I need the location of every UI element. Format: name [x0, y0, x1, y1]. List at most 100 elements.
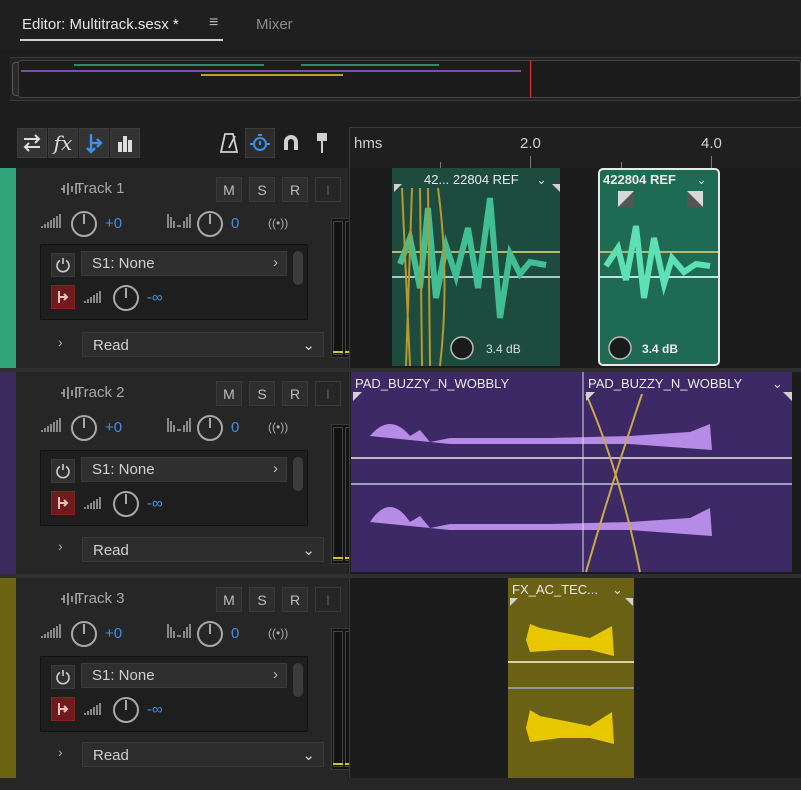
input-monitor-button[interactable]: I	[315, 381, 341, 406]
pan-knob[interactable]	[197, 621, 223, 647]
fx-slot-select[interactable]: S1: None ›	[81, 663, 287, 688]
metronome-icon[interactable]	[214, 128, 244, 158]
clip-gain-value[interactable]: 3.4 dB	[486, 342, 521, 356]
clip-title[interactable]: FX_AC_TEC...	[512, 582, 598, 597]
fx-scrollbar[interactable]	[293, 251, 303, 285]
pan-knob[interactable]	[197, 211, 223, 237]
ruler-unit-label: hms	[354, 135, 383, 152]
send-knob[interactable]	[113, 285, 139, 311]
track-color-strip	[0, 372, 16, 574]
automation-mode-select[interactable]: Read ⌄	[82, 537, 324, 562]
automation-mode-select[interactable]: Read ⌄	[82, 332, 324, 357]
record-arm-button[interactable]: R	[282, 381, 308, 406]
volume-knob[interactable]	[71, 211, 97, 237]
routing-icon[interactable]	[79, 128, 109, 158]
fx-slot-label: S1: None	[92, 461, 155, 478]
clip-gain-value[interactable]: 3.4 dB	[642, 342, 678, 356]
track-3-lane[interactable]: FX_AC_TEC... ⌄	[349, 578, 801, 778]
volume-value[interactable]: +0	[105, 625, 122, 642]
track-1-lane[interactable]: 42... 22804 REF ⌄ 3.4 dB 422804 REF ⌄ 3.…	[349, 168, 801, 368]
clip-menu-chevron-icon[interactable]: ⌄	[696, 172, 707, 188]
session-overview[interactable]	[10, 57, 801, 101]
snap-icon[interactable]	[276, 128, 306, 158]
solo-button[interactable]: S	[249, 381, 275, 406]
pan-knob[interactable]	[197, 415, 223, 441]
solo-button[interactable]: S	[249, 177, 275, 202]
time-stretch-icon[interactable]	[245, 128, 275, 158]
clip-title[interactable]: PAD_BUZZY_N_WOBBLY	[355, 376, 509, 391]
meters-icon[interactable]	[110, 128, 140, 158]
fx-power-icon[interactable]	[51, 253, 75, 277]
fx-scrollbar[interactable]	[293, 663, 303, 697]
volume-knob[interactable]	[71, 621, 97, 647]
fx-icon[interactable]: fx	[48, 128, 78, 158]
automation-mode-select[interactable]: Read ⌄	[82, 742, 324, 767]
tab-mixer[interactable]: Mixer	[256, 16, 293, 33]
track-divider[interactable]	[0, 778, 801, 790]
stereo-icon[interactable]: ((•))	[268, 420, 288, 434]
input-monitor-button[interactable]: I	[315, 177, 341, 202]
expand-chevron-icon[interactable]: ›	[58, 538, 63, 554]
volume-pan-row: +0 0 ((•))	[16, 618, 306, 648]
clip-title[interactable]: PAD_BUZZY_N_WOBBLY	[588, 376, 742, 391]
ruler-tick-label: 2.0	[520, 135, 541, 152]
volume-value[interactable]: +0	[105, 215, 122, 232]
fx-power-icon[interactable]	[51, 665, 75, 689]
track-name[interactable]: Track 3	[75, 590, 124, 607]
track-name[interactable]: Track 2	[75, 384, 124, 401]
time-ruler[interactable]: hms 2.0 4.0	[349, 127, 801, 168]
clip-menu-chevron-icon[interactable]: ⌄	[772, 376, 783, 392]
panel-menu-icon[interactable]: ≡	[209, 14, 218, 32]
send-icon[interactable]	[51, 491, 75, 515]
record-arm-button[interactable]: R	[282, 587, 308, 612]
track-color-strip	[0, 578, 16, 778]
mute-button[interactable]: M	[216, 381, 242, 406]
fx-slot-select[interactable]: S1: None ›	[81, 457, 287, 482]
overview-range-box[interactable]	[18, 60, 801, 98]
clip-menu-chevron-icon[interactable]: ⌄	[536, 172, 547, 188]
clip-title[interactable]: 42... 22804 REF	[424, 172, 519, 187]
fx-power-icon[interactable]	[51, 459, 75, 483]
volume-knob[interactable]	[71, 415, 97, 441]
send-level-icon	[84, 497, 101, 509]
send-value[interactable]: -∞	[147, 495, 163, 512]
pan-value[interactable]: 0	[231, 215, 239, 232]
track-2-lane[interactable]: PAD_BUZZY_N_WOBBLY PAD_BUZZY_N_WOBBLY ⌄	[349, 372, 801, 574]
marker-pin-icon[interactable]	[307, 128, 337, 158]
send-knob[interactable]	[113, 697, 139, 723]
send-knob[interactable]	[113, 491, 139, 517]
stereo-icon[interactable]: ((•))	[268, 626, 288, 640]
input-monitor-button[interactable]: I	[315, 587, 341, 612]
mute-button[interactable]: M	[216, 177, 242, 202]
track-name[interactable]: Track 1	[75, 180, 124, 197]
chevron-right-icon: ›	[273, 666, 278, 683]
mute-button[interactable]: M	[216, 587, 242, 612]
volume-value[interactable]: +0	[105, 419, 122, 436]
send-icon[interactable]	[51, 285, 75, 309]
chevron-down-icon: ⌄	[302, 542, 315, 559]
send-value[interactable]: -∞	[147, 289, 163, 306]
clip-title[interactable]: 422804 REF	[603, 172, 676, 187]
fx-slot-select[interactable]: S1: None ›	[81, 251, 287, 276]
chevron-down-icon: ⌄	[302, 337, 315, 354]
ruler-tick-label: 4.0	[701, 135, 722, 152]
swap-icon[interactable]	[17, 128, 47, 158]
record-arm-button[interactable]: R	[282, 177, 308, 202]
track-3: Track 3 M S R I +0 0 ((•)) S1: None › -∞	[0, 578, 801, 778]
fx-scrollbar[interactable]	[293, 457, 303, 491]
stereo-icon[interactable]: ((•))	[268, 216, 288, 230]
chevron-right-icon: ›	[273, 460, 278, 477]
solo-button[interactable]: S	[249, 587, 275, 612]
expand-chevron-icon[interactable]: ›	[58, 334, 63, 350]
overview-track2-line	[21, 70, 521, 72]
tab-editor[interactable]: Editor: Multitrack.sesx *	[22, 16, 179, 33]
send-icon[interactable]	[51, 697, 75, 721]
clip-menu-chevron-icon[interactable]: ⌄	[612, 582, 623, 598]
track-header: Track 2 M S R I +0 0 ((•)) S1: None › -∞	[16, 372, 357, 574]
expand-chevron-icon[interactable]: ›	[58, 744, 63, 760]
pan-value[interactable]: 0	[231, 625, 239, 642]
send-value[interactable]: -∞	[147, 701, 163, 718]
overview-track1b-line	[301, 64, 439, 66]
pan-icon	[167, 214, 191, 228]
pan-value[interactable]: 0	[231, 419, 239, 436]
